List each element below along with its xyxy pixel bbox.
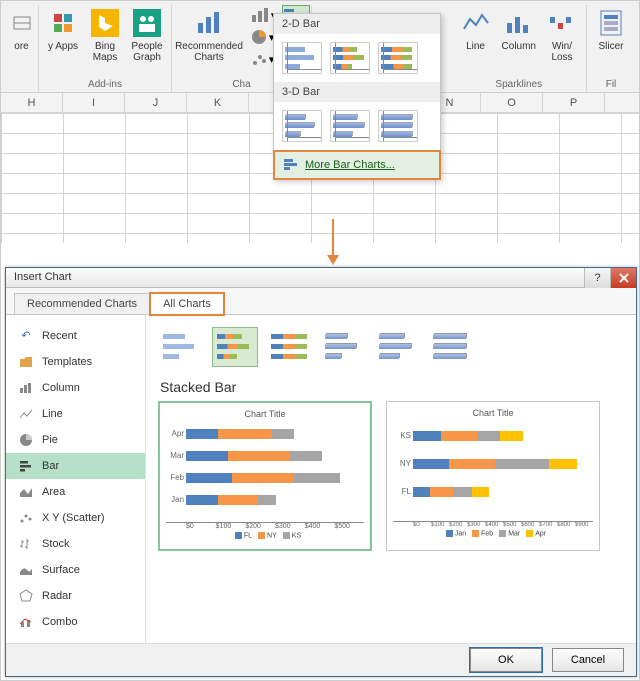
stacked100-bar-3d[interactable]	[378, 110, 418, 142]
scatter-icon	[18, 510, 34, 526]
stacked-bar-2d[interactable]	[330, 42, 370, 74]
slicer-label: Slicer	[598, 41, 623, 52]
line-icon	[18, 406, 34, 422]
cat-pie[interactable]: Pie	[6, 427, 145, 453]
chart-category-list: ↶Recent Templates Column Line Pie Bar Ar…	[6, 315, 146, 643]
subtype-clustered-bar[interactable]	[158, 327, 204, 367]
more-bar-charts-label: More Bar Charts...	[305, 159, 395, 171]
subtype-stacked100-bar[interactable]	[266, 327, 312, 367]
cat-combo[interactable]: Combo	[6, 609, 145, 635]
help-button[interactable]: ?	[584, 268, 610, 288]
stacked100-bar-2d[interactable]	[378, 42, 418, 74]
dialog-titlebar[interactable]: Insert Chart ?	[6, 268, 636, 288]
stock-icon	[18, 536, 34, 552]
bar-chart-icon	[283, 158, 299, 172]
dialog-tabs: Recommended Charts All Charts	[6, 288, 636, 315]
col-p[interactable]: P	[543, 93, 605, 112]
people-graph-button[interactable]: People Graph	[129, 5, 165, 65]
bing-maps-button[interactable]: Bing Maps	[87, 5, 123, 65]
myapps-button[interactable]: y Apps	[45, 5, 81, 54]
ribbon-group-sparklines: Line Column Win/ Loss Sparklines	[452, 5, 587, 92]
ribbon-group-clipped-left: ore	[5, 5, 39, 92]
cat-area[interactable]: Area	[6, 479, 145, 505]
cat-recent[interactable]: ↶Recent	[6, 323, 145, 349]
bar-chart-dropdown: 2-D Bar 3-D Bar More Bar Charts...	[273, 13, 441, 180]
myapps-label: y Apps	[48, 41, 78, 52]
dropdown-section-3d: 3-D Bar	[274, 82, 440, 102]
filters-group-label: Fil	[606, 79, 617, 92]
preview-2[interactable]: Chart Title KS NY FL $0$100$200$300$400$…	[386, 401, 600, 551]
column-icon	[18, 380, 34, 396]
cat-surface[interactable]: Surface	[6, 557, 145, 583]
slicer-button[interactable]: Slicer	[593, 5, 629, 54]
recommended-charts-button[interactable]: Recommended Charts	[173, 5, 245, 65]
sparkline-line-label: Line	[466, 41, 485, 52]
clustered-bar-2d[interactable]	[282, 42, 322, 74]
sparkline-winloss-label: Win/ Loss	[551, 41, 572, 63]
preview-1-legend: FLNYKS	[166, 530, 364, 539]
cat-bar[interactable]: Bar	[6, 453, 145, 479]
annotation-arrow	[327, 219, 339, 265]
ribbon-group-addins: y Apps Bing Maps People Graph Add-ins	[39, 5, 172, 92]
bar-icon	[18, 458, 34, 474]
surface-icon	[18, 562, 34, 578]
cat-stock[interactable]: Stock	[6, 531, 145, 557]
preview-2-legend: JanFebMarApr	[393, 528, 593, 537]
subtype-title: Stacked Bar	[158, 377, 624, 401]
cat-column[interactable]: Column	[6, 375, 145, 401]
area-icon	[18, 484, 34, 500]
cancel-button[interactable]: Cancel	[552, 648, 624, 672]
preview-1-title: Chart Title	[166, 409, 364, 419]
col-i[interactable]: I	[63, 93, 125, 112]
preview-2-xaxis: $0$100$200$300$400$500$600$700$800$900	[393, 522, 593, 528]
combo-icon	[18, 614, 34, 630]
cat-radar[interactable]: Radar	[6, 583, 145, 609]
dialog-title-text: Insert Chart	[14, 271, 71, 283]
ribbon-group-filters: Slicer Fil	[587, 5, 635, 92]
sparkline-winloss-button[interactable]: Win/ Loss	[544, 5, 580, 65]
pie-icon	[18, 432, 34, 448]
col-k[interactable]: K	[187, 93, 249, 112]
more-bar-charts[interactable]: More Bar Charts...	[273, 150, 441, 180]
cat-templates[interactable]: Templates	[6, 349, 145, 375]
sparkline-column-button[interactable]: Column	[500, 5, 538, 54]
sparklines-group-label: Sparklines	[495, 79, 542, 92]
tab-recommended[interactable]: Recommended Charts	[14, 293, 150, 315]
store-button[interactable]: ore	[4, 5, 40, 54]
insert-chart-dialog: Insert Chart ? Recommended Charts All Ch…	[5, 267, 637, 677]
sparkline-column-label: Column	[502, 41, 536, 52]
radar-icon	[18, 588, 34, 604]
recent-icon: ↶	[18, 328, 34, 344]
bing-maps-label: Bing Maps	[93, 41, 117, 63]
tab-all-charts[interactable]: All Charts	[150, 293, 224, 315]
dialog-footer: OK Cancel	[6, 643, 636, 676]
preview-1-xaxis: $0$100$200$300$400$500	[166, 523, 364, 530]
clustered-bar-3d[interactable]	[282, 110, 322, 142]
cat-line[interactable]: Line	[6, 401, 145, 427]
preview-2-title: Chart Title	[393, 408, 593, 418]
charts-group-label: Cha	[232, 79, 250, 92]
subtype-clustered-bar-3d[interactable]	[320, 327, 366, 367]
close-button[interactable]	[610, 268, 636, 288]
people-graph-label: People Graph	[131, 41, 162, 63]
col-o[interactable]: O	[481, 93, 543, 112]
preview-1[interactable]: Chart Title Apr Mar Feb Jan $0$100$200$3…	[158, 401, 372, 551]
ok-button[interactable]: OK	[470, 648, 542, 672]
bar-subtypes	[158, 323, 624, 377]
sparkline-line-button[interactable]: Line	[458, 5, 494, 54]
subtype-stacked-bar-3d[interactable]	[374, 327, 420, 367]
chart-preview-pane: Stacked Bar Chart Title Apr Mar Feb Jan …	[146, 315, 636, 643]
addins-group-label: Add-ins	[88, 79, 122, 92]
cat-scatter[interactable]: X Y (Scatter)	[6, 505, 145, 531]
subtype-stacked-bar[interactable]	[212, 327, 258, 367]
stacked-bar-3d[interactable]	[330, 110, 370, 142]
templates-icon	[18, 354, 34, 370]
recommended-charts-label: Recommended Charts	[175, 41, 243, 63]
store-label: ore	[14, 41, 28, 52]
subtype-stacked100-bar-3d[interactable]	[428, 327, 474, 367]
dropdown-section-2d: 2-D Bar	[274, 14, 440, 34]
col-j[interactable]: J	[125, 93, 187, 112]
col-h[interactable]: H	[1, 93, 63, 112]
